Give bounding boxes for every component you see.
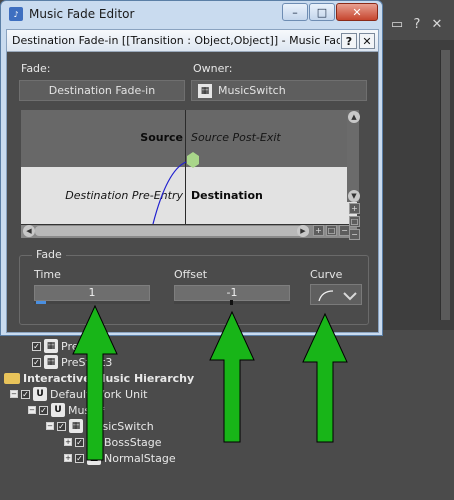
fade-editor-panel: Destination Fade-in [[Transition : Objec… xyxy=(6,29,379,333)
scroll-right-icon[interactable]: ▶ xyxy=(297,225,309,237)
window-controls: – □ ✕ xyxy=(282,3,378,21)
offset-slider-marker xyxy=(230,300,233,305)
segment-icon: ▦ xyxy=(44,339,58,353)
inner-title-bar[interactable]: Destination Fade-in [[Transition : Objec… xyxy=(7,30,378,52)
background-help-icon[interactable]: ? xyxy=(410,17,424,32)
owner-field[interactable]: ▦ MusicSwitch xyxy=(191,80,367,101)
help-button[interactable]: ? xyxy=(341,33,357,49)
owner-value: MusicSwitch xyxy=(218,84,286,97)
music-fade-editor-icon: ♪ xyxy=(9,7,23,21)
background-scrollbar[interactable] xyxy=(440,50,450,320)
segment-icon: ▦ xyxy=(44,355,58,369)
outer-window-title: Music Fade Editor xyxy=(29,7,135,21)
background-toolbar: ▭ ? ✕ xyxy=(380,12,454,36)
zoom-fit-icon[interactable]: □ xyxy=(326,225,337,236)
fade-curve-icon xyxy=(318,290,357,302)
zoom-in-icon[interactable]: + xyxy=(313,225,324,236)
collapse-toggle[interactable]: − xyxy=(46,422,54,430)
offset-slider-track xyxy=(174,300,290,305)
background-close-icon[interactable]: ✕ xyxy=(430,17,444,32)
vertical-zoom-fit-icon[interactable]: □ xyxy=(349,216,360,227)
curve-dropdown[interactable] xyxy=(310,284,362,305)
work-unit-icon: U xyxy=(33,387,47,401)
maximize-button[interactable]: □ xyxy=(309,3,335,21)
time-slider-fill xyxy=(36,301,46,304)
fade-point-handle xyxy=(187,152,199,168)
background-layout-icon[interactable]: ▭ xyxy=(390,17,404,32)
scroll-down-icon[interactable]: ▼ xyxy=(348,190,360,202)
checkbox[interactable]: ✓ xyxy=(21,389,30,399)
work-unit-icon: U xyxy=(51,403,65,417)
annotation-arrow-time xyxy=(72,304,118,461)
checkbox[interactable]: ✓ xyxy=(39,405,48,415)
folder-icon xyxy=(4,372,20,384)
collapse-toggle[interactable]: − xyxy=(28,406,36,414)
minimize-button[interactable]: – xyxy=(282,3,308,21)
owner-label: Owner: xyxy=(193,62,233,75)
chevron-down-icon xyxy=(343,292,357,301)
vertical-scrollbar[interactable] xyxy=(347,110,359,202)
close-button[interactable]: ✕ xyxy=(336,3,378,21)
scroll-up-icon[interactable]: ▲ xyxy=(348,111,360,123)
curve-label: Curve xyxy=(310,268,343,281)
fade-label: Fade: xyxy=(21,62,51,75)
checkbox[interactable]: ✓ xyxy=(32,341,41,351)
collapse-toggle[interactable]: − xyxy=(10,390,18,398)
offset-label: Offset xyxy=(174,268,208,281)
annotation-arrow-offset xyxy=(209,310,255,443)
offset-slider[interactable]: -1 xyxy=(174,285,290,301)
time-label: Time xyxy=(34,268,61,281)
fade-name-field[interactable]: Destination Fade-in xyxy=(19,80,185,101)
annotation-arrow-curve xyxy=(302,312,348,443)
fade-curve xyxy=(152,152,199,224)
horizontal-scroll-thumb[interactable] xyxy=(35,226,309,236)
fade-group-title: Fade xyxy=(32,248,66,261)
inner-close-button[interactable]: ✕ xyxy=(359,33,375,49)
music-fade-editor-window: ♪ Music Fade Editor – □ ✕ Destination Fa… xyxy=(0,0,383,336)
inner-window-title: Destination Fade-in [[Transition : Objec… xyxy=(12,34,340,47)
checkbox[interactable]: ✓ xyxy=(32,357,41,367)
time-slider[interactable]: 1 xyxy=(34,285,150,301)
vertical-zoom-in-icon[interactable]: + xyxy=(349,203,360,214)
fade-graph[interactable]: Source Source Post-Exit Destination Pre-… xyxy=(21,110,357,256)
scroll-left-icon[interactable]: ◀ xyxy=(23,225,35,237)
music-switch-icon: ▦ xyxy=(198,83,212,98)
checkbox[interactable]: ✓ xyxy=(57,421,66,431)
vertical-zoom-out-icon[interactable]: − xyxy=(349,229,360,240)
